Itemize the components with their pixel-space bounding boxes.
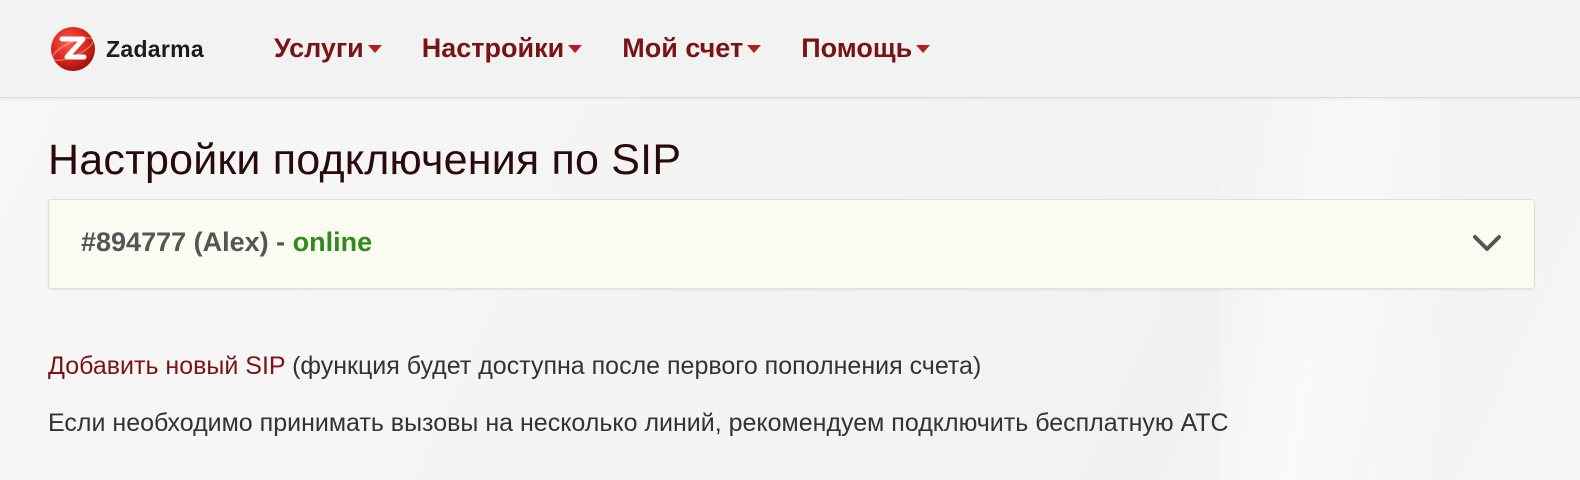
- sip-account-summary: #894777 (Alex) - online: [81, 227, 372, 258]
- caret-down-icon: [747, 45, 762, 53]
- logo-text: Zadarma: [106, 35, 204, 62]
- nav-item-label: Помощь: [801, 32, 913, 63]
- nav-item-help[interactable]: Помощь: [801, 32, 931, 64]
- nav-item-settings[interactable]: Настройки: [421, 32, 583, 64]
- zadarma-logo-icon: [51, 27, 95, 71]
- caret-down-icon: [568, 45, 583, 53]
- add-sip-line: Добавить новый SIP (функция будет доступ…: [48, 352, 981, 381]
- nav-item-label: Мой счет: [622, 32, 744, 63]
- nav-item-label: Услуги: [274, 32, 364, 63]
- page-title: Настройки подключения по SIP: [48, 136, 682, 184]
- chevron-down-icon[interactable]: [1472, 232, 1502, 254]
- caret-down-icon: [367, 45, 382, 53]
- sip-account-id: #894777 (Alex) -: [81, 227, 293, 257]
- add-sip-link[interactable]: Добавить новый SIP: [48, 352, 285, 380]
- caret-down-icon: [916, 45, 931, 53]
- logo[interactable]: Zadarma: [50, 24, 204, 74]
- add-sip-note: (функция будет доступна после первого по…: [285, 352, 982, 380]
- nav-item-services[interactable]: Услуги: [274, 33, 382, 64]
- sip-account-panel[interactable]: #894777 (Alex) - online: [48, 199, 1535, 289]
- nav-item-label: Настройки: [421, 32, 565, 63]
- top-navbar: Zadarma Услуги Настройки Мой счет Помощь: [0, 0, 1580, 98]
- multi-line-hint: Если необходимо принимать вызовы на неск…: [48, 409, 1229, 437]
- nav-item-account[interactable]: Мой счет: [622, 32, 762, 64]
- main-nav: Услуги Настройки Мой счет Помощь: [274, 28, 970, 68]
- sip-status-badge: online: [292, 227, 373, 257]
- page: Zadarma Услуги Настройки Мой счет Помощь…: [0, 0, 1580, 480]
